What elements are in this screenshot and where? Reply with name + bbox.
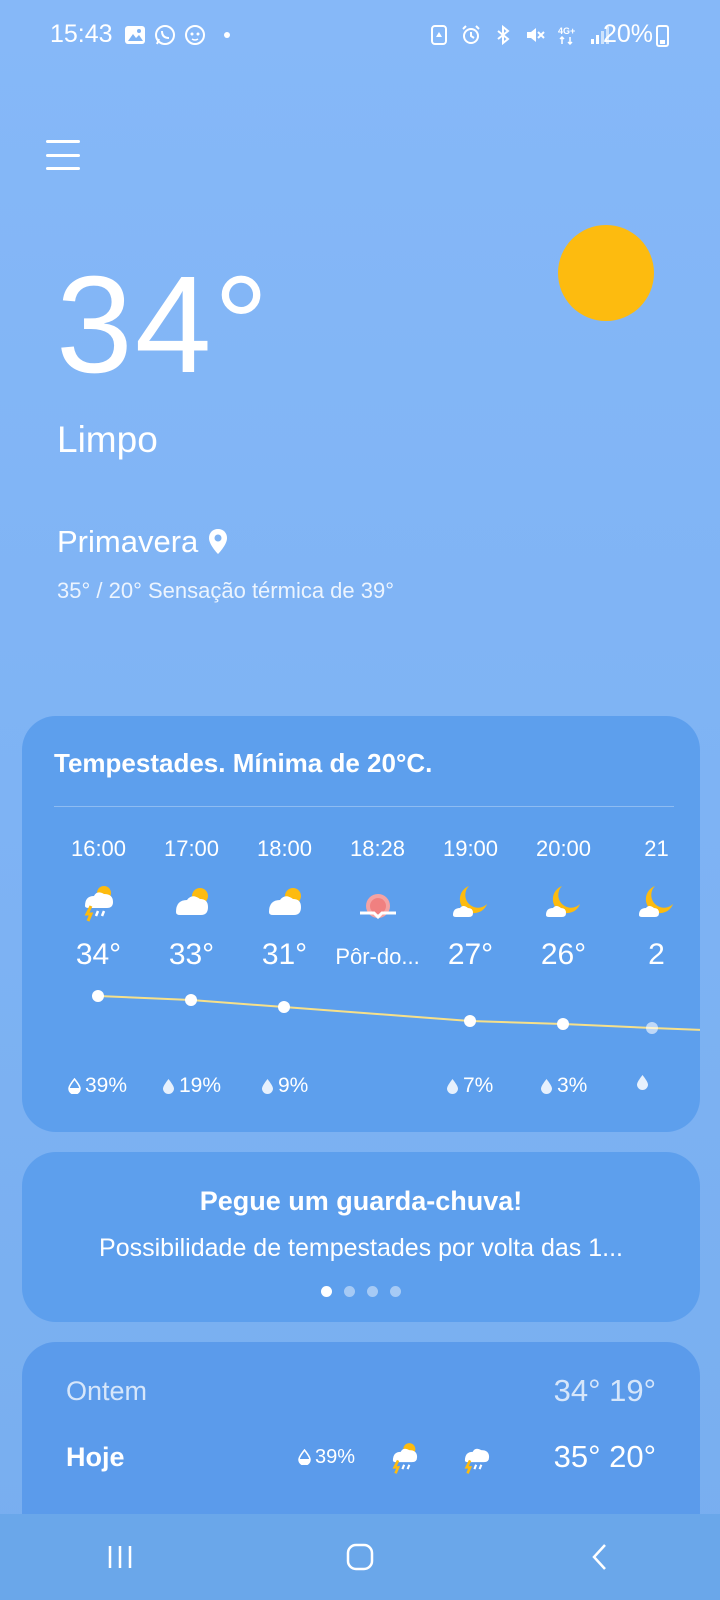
whatsapp-icon	[155, 25, 175, 45]
hourly-forecast-card[interactable]: Tempestades. Mínima de 20°C. 16:00 34° 1…	[22, 716, 700, 1132]
navigation-bar	[0, 1514, 720, 1600]
menu-icon-line	[46, 153, 80, 157]
daily-forecast-card[interactable]: Ontem 34° 19° Hoje 39% 35° 20°	[22, 1342, 700, 1542]
day-precip: 39%	[298, 1446, 355, 1469]
temperature-trend-line	[92, 990, 700, 1034]
4g-icon: 4G+	[558, 26, 575, 46]
status-system-icons: 4G+	[428, 24, 610, 46]
precip-chance: 7%	[446, 1074, 493, 1098]
alarm-icon	[462, 25, 480, 44]
current-temperature: 34°	[56, 248, 271, 402]
precip-value: 3%	[557, 1074, 588, 1097]
battery-percent: 20%	[603, 20, 654, 48]
status-notification-icons	[124, 24, 230, 46]
day-name: Ontem	[66, 1375, 148, 1406]
page-dot	[367, 1286, 378, 1297]
precip-value: 39%	[85, 1074, 128, 1097]
trend-point	[464, 1015, 476, 1027]
gallery-icon	[125, 26, 145, 44]
half-drop-icon	[68, 1078, 81, 1094]
drop-icon	[637, 1075, 648, 1090]
location-button[interactable]: Primavera	[57, 524, 228, 560]
precip-value: 19%	[179, 1074, 222, 1097]
back-icon	[592, 1544, 606, 1570]
half-drop-icon	[298, 1449, 311, 1465]
precip-chance: 19%	[162, 1074, 221, 1098]
daily-row-today[interactable]: Hoje 39% 35° 20°	[66, 1432, 656, 1482]
recycle-icon	[431, 25, 447, 45]
menu-icon-line	[46, 140, 80, 143]
precip-value: 9%	[278, 1074, 309, 1097]
drop-icon	[541, 1079, 552, 1094]
temperature-details: 35° / 20° Sensação térmica de 39°	[57, 578, 395, 603]
precip-chance: 9%	[261, 1074, 308, 1098]
alert-description: Possibilidade de tempestades por volta d…	[99, 1234, 623, 1262]
page-dot	[344, 1286, 355, 1297]
page-dot	[390, 1286, 401, 1297]
precip-chance	[636, 1074, 649, 1090]
precip-value: 7%	[463, 1074, 494, 1097]
recent-apps-icon	[108, 1546, 132, 1568]
thunderstorm-night-icon	[464, 1448, 490, 1474]
svg-text:4G+: 4G+	[558, 26, 575, 36]
umbrella-alert-card[interactable]: Pegue um guarda-chuva! Possibilidade de …	[22, 1152, 700, 1322]
thunderstorm-icon	[392, 1443, 418, 1474]
trend-point	[557, 1018, 569, 1030]
recent-apps-button[interactable]	[90, 1537, 150, 1577]
back-button[interactable]	[570, 1537, 630, 1577]
day-temps: 35° 20°	[553, 1439, 656, 1474]
day-name: Hoje	[66, 1441, 125, 1472]
day-temps: 34° 19°	[553, 1373, 656, 1408]
battery-icon	[656, 25, 669, 47]
page-indicator	[22, 1286, 700, 1297]
status-time: 15:43	[50, 20, 113, 48]
location-pin-icon	[209, 529, 228, 554]
home-icon	[346, 1543, 374, 1571]
daily-row-yesterday[interactable]: Ontem 34° 19°	[66, 1366, 656, 1416]
app-icon	[185, 25, 205, 45]
alert-title: Pegue um guarda-chuva!	[199, 1186, 523, 1216]
page-dot-active	[321, 1286, 332, 1297]
menu-icon-line	[46, 167, 80, 170]
trend-point	[278, 1001, 290, 1013]
drop-icon	[262, 1079, 273, 1094]
bluetooth-icon	[497, 24, 510, 46]
home-button[interactable]	[330, 1537, 390, 1577]
precip-chance: 39%	[68, 1074, 127, 1098]
drop-icon	[163, 1079, 174, 1094]
location-name: Primavera	[57, 524, 199, 559]
drop-icon	[447, 1079, 458, 1094]
trend-point	[92, 990, 104, 1002]
status-bar: 15:43 4G+ 20%	[0, 0, 720, 72]
current-condition: Limpo	[57, 419, 158, 460]
precip-value: 39%	[315, 1445, 356, 1468]
more-notifications-dot	[224, 32, 230, 38]
sun-icon	[558, 225, 654, 321]
trend-point	[185, 994, 197, 1006]
trend-point	[646, 1022, 658, 1034]
hourly-scroll[interactable]: Tempestades. Mínima de 20°C. 16:00 34° 1…	[22, 716, 700, 1132]
mute-icon	[527, 28, 545, 42]
menu-button[interactable]	[46, 140, 80, 170]
precip-chance: 3%	[540, 1074, 587, 1098]
